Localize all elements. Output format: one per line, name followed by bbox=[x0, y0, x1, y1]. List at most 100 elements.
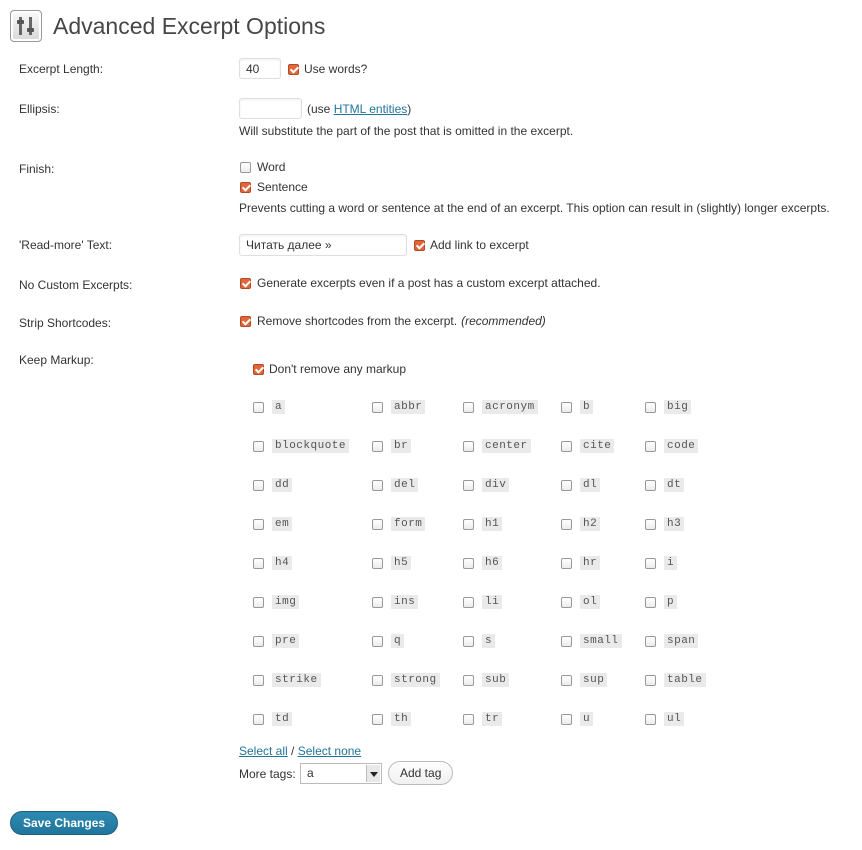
select-all-link[interactable]: Select all bbox=[239, 744, 288, 758]
markup-tag-checkbox[interactable] bbox=[561, 635, 572, 647]
markup-tag-checkbox[interactable] bbox=[372, 713, 383, 725]
markup-tag-item: a bbox=[253, 400, 286, 414]
finish-word-checkbox[interactable] bbox=[240, 161, 251, 173]
markup-tag-label: td bbox=[272, 712, 293, 726]
finish-sentence-checkbox[interactable] bbox=[240, 181, 251, 193]
markup-tag-checkbox[interactable] bbox=[463, 518, 474, 530]
markup-tag-checkbox[interactable] bbox=[372, 596, 383, 608]
no-custom-excerpts-checkbox[interactable] bbox=[240, 277, 251, 289]
add-link-label: Add link to excerpt bbox=[430, 238, 529, 252]
markup-tag-checkbox[interactable] bbox=[253, 518, 264, 530]
markup-tag-label: h5 bbox=[391, 556, 412, 570]
markup-tag-checkbox[interactable] bbox=[561, 440, 572, 452]
markup-tag-checkbox[interactable] bbox=[372, 557, 383, 569]
markup-tag-checkbox[interactable] bbox=[463, 713, 474, 725]
ellipsis-hint: (use HTML entities) bbox=[307, 102, 412, 116]
markup-tag-item: h6 bbox=[463, 556, 503, 570]
markup-tag-checkbox[interactable] bbox=[372, 401, 383, 413]
markup-tag-checkbox[interactable] bbox=[253, 440, 264, 452]
markup-tag-item: li bbox=[463, 595, 503, 609]
save-changes-button[interactable]: Save Changes bbox=[10, 811, 119, 835]
markup-tag-checkbox[interactable] bbox=[645, 557, 656, 569]
no-custom-excerpts-option: Generate excerpts even if a post has a c… bbox=[257, 276, 601, 290]
markup-tag-label: a bbox=[272, 400, 286, 414]
markup-tag-label: hr bbox=[580, 556, 601, 570]
markup-tag-checkbox[interactable] bbox=[561, 596, 572, 608]
markup-tag-item: p bbox=[645, 595, 678, 609]
markup-tag-item: span bbox=[645, 634, 699, 648]
markup-tag-checkbox[interactable] bbox=[561, 401, 572, 413]
dont-remove-markup-label: Don't remove any markup bbox=[269, 362, 407, 376]
use-words-checkbox[interactable] bbox=[288, 63, 299, 75]
markup-tag-label: tr bbox=[482, 712, 503, 726]
markup-tag-checkbox[interactable] bbox=[645, 713, 656, 725]
markup-tag-label: span bbox=[664, 634, 699, 648]
markup-tag-label: ul bbox=[664, 712, 685, 726]
markup-tag-checkbox[interactable] bbox=[463, 557, 474, 569]
markup-tag-checkbox[interactable] bbox=[463, 401, 474, 413]
finish-word-label: Word bbox=[257, 160, 286, 174]
markup-tag-checkbox[interactable] bbox=[561, 674, 572, 686]
markup-tag-checkbox[interactable] bbox=[463, 635, 474, 647]
markup-tag-checkbox[interactable] bbox=[253, 557, 264, 569]
markup-tag-checkbox[interactable] bbox=[253, 479, 264, 491]
markup-tag-checkbox[interactable] bbox=[372, 518, 383, 530]
markup-tag-checkbox[interactable] bbox=[561, 557, 572, 569]
ellipsis-label: Ellipsis: bbox=[19, 102, 60, 116]
markup-tag-label: h3 bbox=[664, 517, 685, 531]
markup-tag-label: small bbox=[580, 634, 622, 648]
add-tag-button[interactable]: Add tag bbox=[388, 761, 454, 785]
markup-tag-checkbox[interactable] bbox=[253, 596, 264, 608]
markup-tag-checkbox[interactable] bbox=[372, 674, 383, 686]
excerpt-length-input[interactable] bbox=[239, 58, 281, 79]
markup-tag-label: div bbox=[482, 478, 510, 492]
markup-tag-label: blockquote bbox=[272, 439, 350, 453]
markup-tag-label: br bbox=[391, 439, 412, 453]
more-tags-select[interactable]: a bbox=[300, 763, 382, 784]
markup-tag-item: table bbox=[645, 673, 706, 687]
markup-tag-item: del bbox=[372, 478, 419, 492]
html-entities-link[interactable]: HTML entities bbox=[334, 102, 408, 116]
markup-tag-checkbox[interactable] bbox=[645, 596, 656, 608]
markup-tag-item: th bbox=[372, 712, 412, 726]
finish-description: Prevents cutting a word or sentence at t… bbox=[239, 201, 830, 215]
markup-tag-checkbox[interactable] bbox=[645, 674, 656, 686]
select-none-link[interactable]: Select none bbox=[298, 744, 361, 758]
add-link-checkbox[interactable] bbox=[414, 239, 425, 251]
markup-tag-checkbox[interactable] bbox=[253, 401, 264, 413]
markup-tag-label: pre bbox=[272, 634, 300, 648]
dont-remove-markup-checkbox[interactable] bbox=[253, 363, 264, 375]
markup-tag-label: sub bbox=[482, 673, 510, 687]
markup-tag-label: code bbox=[664, 439, 699, 453]
markup-tag-checkbox[interactable] bbox=[463, 440, 474, 452]
strip-shortcodes-checkbox[interactable] bbox=[240, 315, 251, 327]
markup-tag-label: abbr bbox=[391, 400, 426, 414]
markup-tag-item: dl bbox=[561, 478, 601, 492]
markup-tag-checkbox[interactable] bbox=[561, 479, 572, 491]
markup-tag-item: h5 bbox=[372, 556, 412, 570]
markup-tag-item: ul bbox=[645, 712, 685, 726]
markup-tag-checkbox[interactable] bbox=[253, 674, 264, 686]
read-more-input[interactable] bbox=[239, 234, 407, 256]
ellipsis-input[interactable] bbox=[239, 98, 302, 119]
markup-tag-checkbox[interactable] bbox=[561, 713, 572, 725]
markup-tag-checkbox[interactable] bbox=[372, 440, 383, 452]
markup-tag-checkbox[interactable] bbox=[253, 635, 264, 647]
markup-tag-checkbox[interactable] bbox=[645, 635, 656, 647]
markup-tag-checkbox[interactable] bbox=[463, 596, 474, 608]
markup-tag-checkbox[interactable] bbox=[372, 479, 383, 491]
markup-tag-checkbox[interactable] bbox=[645, 518, 656, 530]
markup-tag-checkbox[interactable] bbox=[561, 518, 572, 530]
markup-tag-checkbox[interactable] bbox=[372, 635, 383, 647]
markup-tag-label: form bbox=[391, 517, 426, 531]
markup-tag-checkbox[interactable] bbox=[645, 401, 656, 413]
markup-tag-item: q bbox=[372, 634, 405, 648]
markup-tag-item: sup bbox=[561, 673, 608, 687]
markup-tag-item: s bbox=[463, 634, 496, 648]
markup-tag-checkbox[interactable] bbox=[253, 713, 264, 725]
markup-tag-checkbox[interactable] bbox=[463, 479, 474, 491]
markup-tag-label: em bbox=[272, 517, 293, 531]
markup-tag-checkbox[interactable] bbox=[645, 440, 656, 452]
markup-tag-checkbox[interactable] bbox=[463, 674, 474, 686]
markup-tag-checkbox[interactable] bbox=[645, 479, 656, 491]
